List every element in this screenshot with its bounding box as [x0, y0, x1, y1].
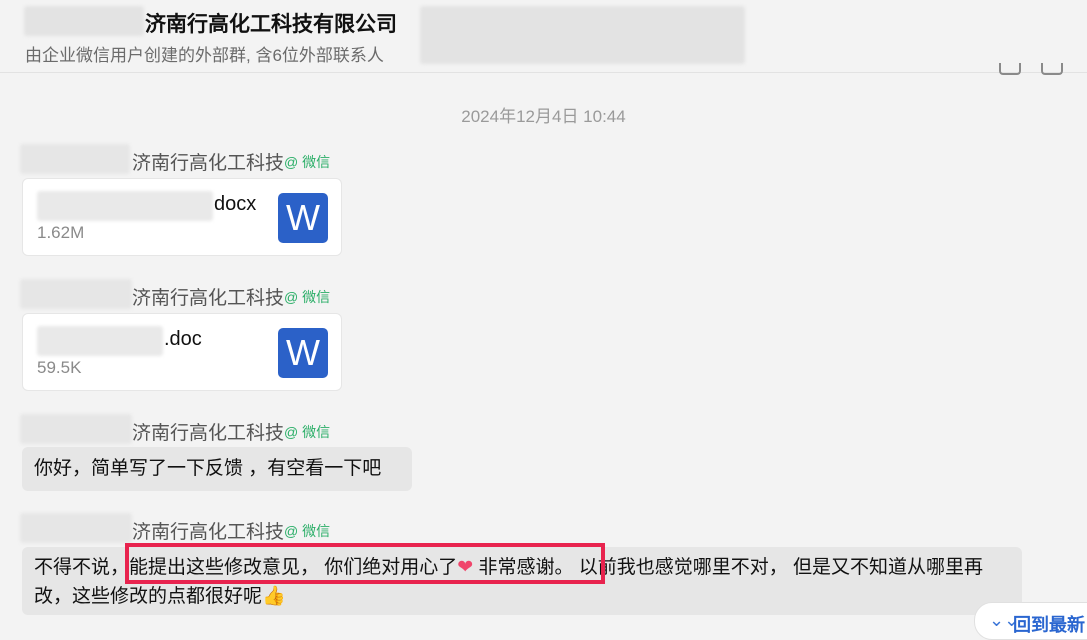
back-to-latest-button[interactable]: ⌄⌄ 回到最新: [974, 602, 1087, 640]
word-file-icon: W: [278, 193, 328, 243]
message-sender: 济南行高化工科技 @ 微信: [20, 144, 360, 175]
file-name: docx: [214, 193, 257, 215]
redacted-sender-name: [20, 144, 130, 174]
group-subtitle: 由企业微信用户创建的外部群, 含6位外部联系人: [25, 46, 384, 65]
message-text-segment: 不得不说，: [34, 557, 130, 578]
file-size: 59.5K: [37, 358, 82, 377]
wechat-tag: @ 微信: [284, 154, 331, 170]
annotation-highlight-box: [125, 543, 605, 584]
sender-org[interactable]: 济南行高化工科技: [132, 517, 284, 544]
redacted-file-name: [37, 191, 213, 221]
file-name: .doc: [164, 328, 202, 350]
chat-header: 济南行高化工科技有限公司 由企业微信用户创建的外部群, 含6位外部联系人: [0, 0, 1087, 75]
redacted-title-suffix: [420, 6, 745, 64]
message-text: 你好，简单写了一下反馈 ，有空看一下吧: [34, 458, 382, 479]
redacted-sender-name: [20, 279, 132, 309]
file-size: 1.62M: [37, 223, 85, 242]
redacted-file-name: [37, 326, 163, 356]
message-sender: 济南行高化工科技 @ 微信: [20, 414, 360, 445]
header-actions: [983, 62, 1063, 80]
message-sender: 济南行高化工科技 @ 微信: [20, 513, 360, 544]
word-file-icon: W: [278, 328, 328, 378]
redacted-group-name: [24, 6, 144, 36]
sender-org[interactable]: 济南行高化工科技: [132, 283, 284, 310]
wechat-tag: @ 微信: [284, 523, 331, 539]
more-action-icon[interactable]: [1041, 63, 1063, 75]
file-message-card[interactable]: .doc 59.5K W: [22, 313, 342, 391]
message-timestamp: 2024年12月4日 10:44: [461, 107, 626, 126]
group-title[interactable]: 济南行高化工科技有限公司: [145, 8, 397, 38]
text-message-bubble[interactable]: 你好，简单写了一下反馈 ，有空看一下吧: [22, 447, 412, 491]
wechat-tag: @ 微信: [284, 289, 331, 305]
wechat-tag: @ 微信: [284, 424, 331, 440]
chat-action-icon[interactable]: [998, 63, 1021, 75]
file-message-card[interactable]: docx 1.62M W: [22, 178, 342, 256]
message-sender: 济南行高化工科技 @ 微信: [20, 279, 360, 310]
thumbs-up-emoji-icon: 👍: [262, 586, 286, 607]
redacted-sender-name: [20, 414, 132, 444]
sender-org[interactable]: 济南行高化工科技: [132, 418, 284, 445]
redacted-sender-name: [20, 513, 132, 543]
sender-org[interactable]: 济南行高化工科技: [132, 148, 284, 175]
back-to-latest-label: 回到最新: [1013, 615, 1085, 635]
